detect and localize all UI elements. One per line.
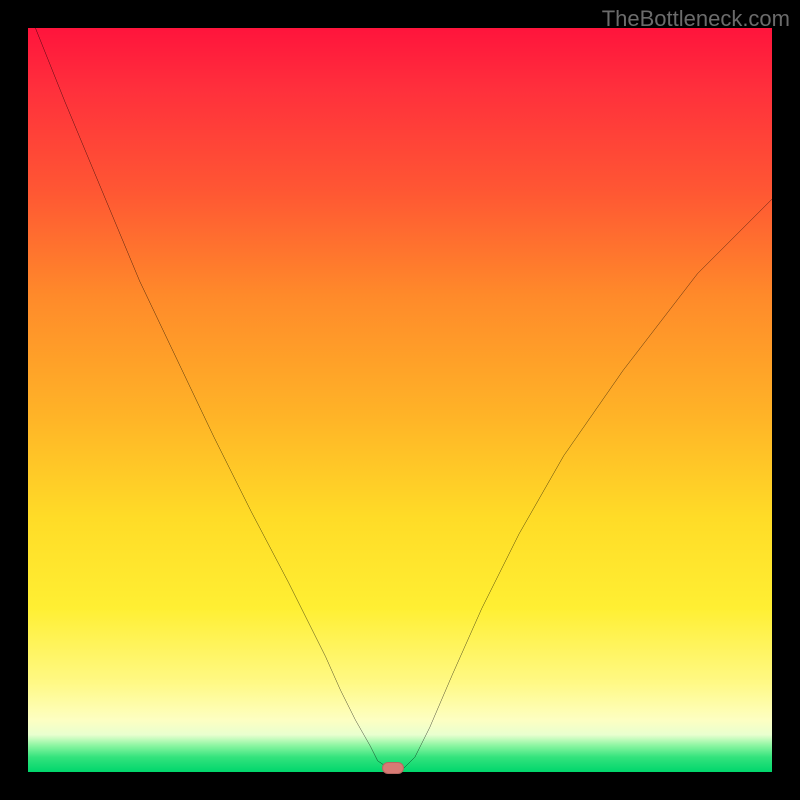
chart-plot-area <box>28 28 772 772</box>
bottleneck-curve <box>28 28 772 772</box>
watermark-text: TheBottleneck.com <box>602 6 790 32</box>
minimum-marker <box>382 762 404 774</box>
